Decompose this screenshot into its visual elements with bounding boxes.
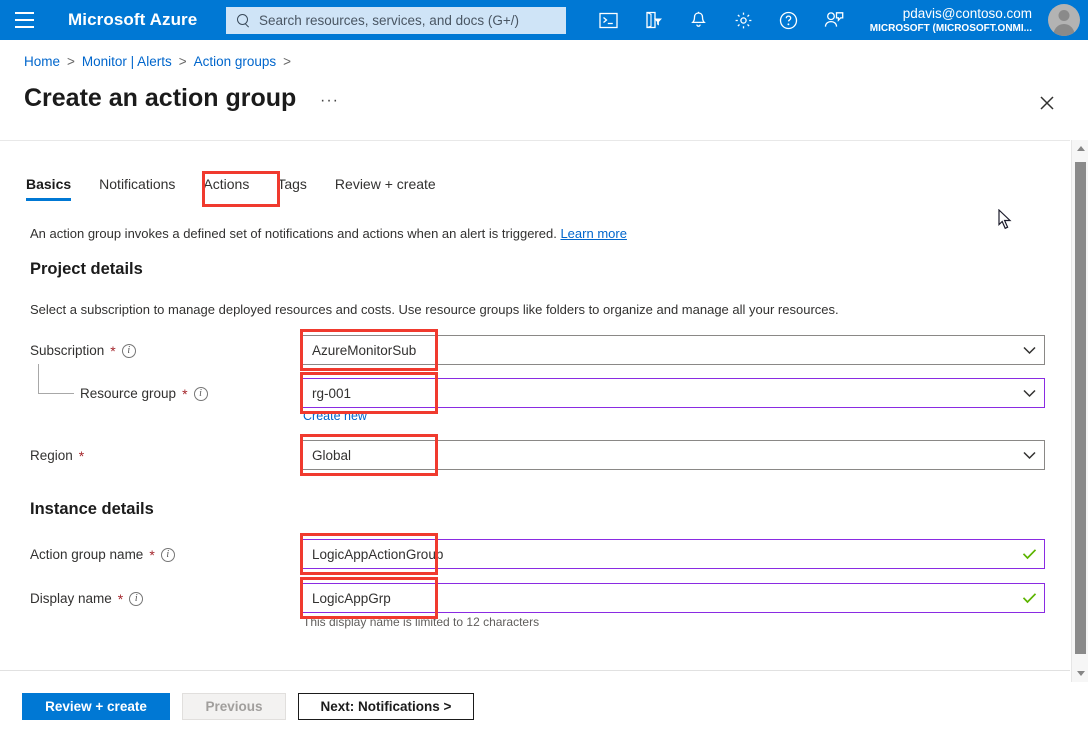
- learn-more-link[interactable]: Learn more: [560, 226, 626, 241]
- footer-divider: [0, 670, 1070, 671]
- region-select[interactable]: Global: [300, 440, 1045, 470]
- subscription-value: AzureMonitorSub: [312, 342, 417, 358]
- notifications-bell-icon[interactable]: [676, 0, 721, 40]
- region-value: Global: [312, 447, 352, 463]
- next-notifications-button[interactable]: Next: Notifications >: [298, 693, 474, 720]
- azure-brand-title[interactable]: Microsoft Azure: [68, 10, 197, 30]
- section-heading-project-details: Project details: [30, 260, 143, 278]
- azure-top-header: Microsoft Azure Search resources, servic…: [0, 0, 1088, 40]
- label-action-group-name: Action group name * i: [30, 547, 175, 562]
- mouse-cursor: [998, 208, 1012, 235]
- feedback-smiley-icon[interactable]: [811, 0, 856, 40]
- global-search-input[interactable]: Search resources, services, and docs (G+…: [226, 7, 566, 34]
- label-resource-group-text: Resource group: [80, 386, 177, 401]
- required-asterisk: *: [78, 447, 85, 464]
- valid-check-icon: [1014, 592, 1044, 604]
- close-icon[interactable]: [1034, 90, 1060, 116]
- label-subscription-text: Subscription: [30, 343, 105, 358]
- breadcrumb: Home > Monitor | Alerts > Action groups …: [24, 54, 291, 69]
- action-group-name-input[interactable]: LogicAppActionGroup: [300, 539, 1045, 569]
- resource-group-select[interactable]: rg-001: [300, 378, 1045, 408]
- tab-tags[interactable]: Tags: [263, 176, 321, 201]
- tab-notifications[interactable]: Notifications: [85, 176, 189, 201]
- resource-group-value: rg-001: [312, 385, 352, 401]
- label-resource-group: Resource group * i: [80, 386, 208, 401]
- display-name-helper-text: This display name is limited to 12 chara…: [303, 615, 540, 629]
- chevron-down-icon[interactable]: [1014, 346, 1044, 355]
- required-asterisk: *: [110, 342, 116, 359]
- form-description-text: An action group invokes a defined set of…: [30, 226, 557, 241]
- account-email: pdavis@contoso.com: [902, 5, 1032, 21]
- header-icon-group: [586, 0, 856, 40]
- form-description: An action group invokes a defined set of…: [30, 226, 627, 241]
- directories-filter-icon[interactable]: [631, 0, 676, 40]
- info-icon[interactable]: i: [121, 343, 136, 358]
- create-new-resource-group-link[interactable]: Create new: [303, 409, 367, 423]
- vertical-scrollbar[interactable]: [1071, 140, 1088, 682]
- project-details-subtext: Select a subscription to manage deployed…: [30, 302, 839, 317]
- page-title: Create an action group: [24, 84, 297, 112]
- hamburger-menu-icon[interactable]: [0, 0, 48, 40]
- label-display-name-text: Display name: [30, 591, 112, 606]
- panel-divider: [0, 140, 1070, 141]
- section-heading-instance-details: Instance details: [30, 500, 154, 518]
- help-question-icon[interactable]: [766, 0, 811, 40]
- label-region: Region *: [30, 448, 84, 463]
- search-placeholder: Search resources, services, and docs (G+…: [259, 13, 519, 28]
- valid-check-icon: [1014, 548, 1044, 560]
- previous-button[interactable]: Previous: [182, 693, 286, 720]
- settings-gear-icon[interactable]: [721, 0, 766, 40]
- indent-guide-line: [38, 364, 74, 394]
- display-name-input[interactable]: LogicAppGrp: [300, 583, 1045, 613]
- scrollbar-thumb[interactable]: [1075, 162, 1086, 654]
- review-create-button[interactable]: Review + create: [22, 693, 170, 720]
- scroll-up-arrow-icon[interactable]: [1072, 140, 1088, 157]
- account-info[interactable]: pdavis@contoso.com MICROSOFT (MICROSOFT.…: [870, 0, 1032, 40]
- scroll-down-arrow-icon[interactable]: [1072, 665, 1088, 682]
- cloud-shell-icon[interactable]: [586, 0, 631, 40]
- info-icon[interactable]: i: [193, 386, 208, 401]
- more-options-button[interactable]: ···: [320, 93, 339, 109]
- breadcrumb-item-home[interactable]: Home: [24, 54, 60, 69]
- display-name-value: LogicAppGrp: [312, 590, 391, 606]
- wizard-tabs: Basics Notifications Actions Tags Review…: [26, 176, 450, 201]
- breadcrumb-separator: >: [283, 54, 292, 69]
- action-group-name-value: LogicAppActionGroup: [312, 546, 444, 562]
- chevron-down-icon[interactable]: [1014, 451, 1044, 460]
- wizard-footer: Review + create Previous Next: Notificat…: [22, 693, 474, 720]
- required-asterisk: *: [182, 385, 188, 402]
- tab-review-create[interactable]: Review + create: [321, 176, 450, 201]
- info-icon[interactable]: i: [129, 591, 144, 606]
- subscription-select[interactable]: AzureMonitorSub: [300, 335, 1045, 365]
- label-display-name: Display name * i: [30, 590, 144, 607]
- tab-basics[interactable]: Basics: [26, 176, 85, 201]
- required-asterisk: *: [117, 590, 124, 607]
- breadcrumb-separator: >: [178, 54, 187, 69]
- breadcrumb-separator: >: [67, 54, 75, 69]
- breadcrumb-item-monitor-alerts[interactable]: Monitor | Alerts: [82, 54, 172, 69]
- avatar[interactable]: [1048, 4, 1080, 36]
- label-region-text: Region: [30, 448, 73, 463]
- tab-actions[interactable]: Actions: [189, 176, 263, 201]
- required-asterisk: *: [149, 546, 155, 563]
- account-tenant: MICROSOFT (MICROSOFT.ONMI...: [869, 22, 1032, 34]
- search-icon: [236, 13, 252, 29]
- info-icon[interactable]: i: [160, 547, 175, 562]
- breadcrumb-item-action-groups[interactable]: Action groups: [194, 54, 277, 69]
- label-subscription: Subscription * i: [30, 343, 136, 358]
- chevron-down-icon[interactable]: [1014, 389, 1044, 398]
- label-action-group-name-text: Action group name: [30, 547, 144, 562]
